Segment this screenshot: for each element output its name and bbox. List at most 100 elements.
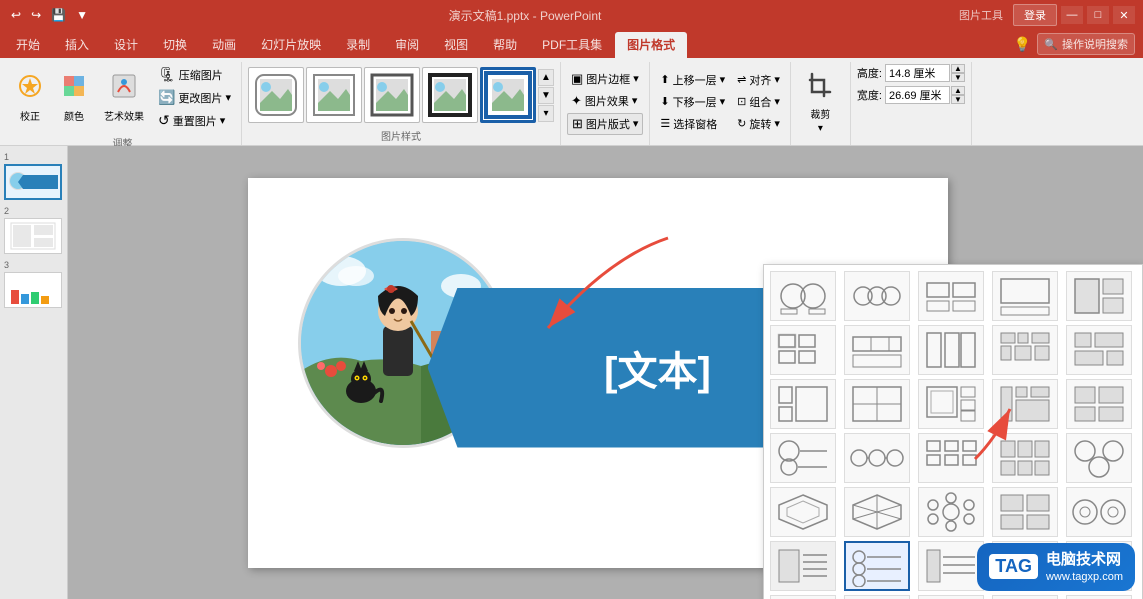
layout-item-3-4[interactable] [992, 379, 1058, 429]
up-layer-dropdown: ▾ [720, 73, 726, 86]
group-button[interactable]: ⊡ 组合 ▾ [733, 92, 784, 112]
up-layer-button[interactable]: ⬆ 上移一层 ▾ [656, 70, 729, 90]
width-row: 宽度: ▲ ▼ [857, 86, 965, 104]
color-button[interactable]: 颜色 [54, 69, 94, 126]
layout-item-6-1[interactable] [770, 541, 836, 591]
style-thumb-1[interactable] [248, 67, 304, 123]
calibrate-button[interactable]: 校正 [10, 69, 50, 126]
layout-item-7-4[interactable] [992, 595, 1058, 599]
close-btn[interactable]: ✕ [1113, 6, 1135, 24]
tab-record[interactable]: 录制 [334, 32, 382, 58]
layout-item-5-2[interactable] [844, 487, 910, 537]
layout-item-1-2[interactable] [844, 271, 910, 321]
art-effect-button[interactable]: 艺术效果 [98, 69, 150, 126]
help-search[interactable]: 🔍 操作说明搜索 [1037, 33, 1135, 55]
layout-item-6-2[interactable] [844, 541, 910, 591]
login-button[interactable]: 登录 [1013, 4, 1057, 26]
tab-help[interactable]: 帮助 [481, 32, 529, 58]
tab-slideshow[interactable]: 幻灯片放映 [249, 32, 333, 58]
slide-num-3: 3 [4, 260, 63, 270]
reset-picture-button[interactable]: ↺ 重置图片 ▾ [154, 110, 235, 131]
slide-num-2: 2 [4, 206, 63, 216]
layout-item-1-1[interactable] [770, 271, 836, 321]
crop-label: 裁剪 [810, 106, 830, 121]
style-thumb-5[interactable] [480, 67, 536, 123]
layout-item-2-5[interactable] [1066, 325, 1132, 375]
layout-item-4-1[interactable] [770, 433, 836, 483]
layout-item-2-3[interactable] [918, 325, 984, 375]
slide-2[interactable] [4, 218, 62, 254]
slide-thumb-3[interactable]: 3 [4, 260, 63, 308]
redo-btn[interactable]: ↪ [28, 7, 44, 23]
tab-animation[interactable]: 动画 [200, 32, 248, 58]
align-button[interactable]: ⇌ 对齐 ▾ [733, 70, 784, 90]
reset-icon: ↺ [158, 112, 170, 129]
style-thumb-3[interactable] [364, 67, 420, 123]
slide-panel[interactable]: 1 2 3 [0, 146, 68, 599]
compress-button[interactable]: 🗜 压缩图片 [154, 64, 235, 85]
layout-item-7-3[interactable] [918, 595, 984, 599]
layout-item-2-4[interactable] [992, 325, 1058, 375]
layout-item-7-2[interactable] [844, 595, 910, 599]
style-thumb-2[interactable] [306, 67, 362, 123]
tab-insert[interactable]: 插入 [53, 32, 101, 58]
tab-picture-format[interactable]: 图片格式 [615, 32, 687, 58]
layout-item-3-3[interactable] [918, 379, 984, 429]
style-scroll-more[interactable]: ▾ [538, 105, 554, 122]
layout-item-1-3[interactable] [918, 271, 984, 321]
layout-item-1-5[interactable] [1066, 271, 1132, 321]
layout-item-4-2[interactable] [844, 433, 910, 483]
layout-item-6-3[interactable] [918, 541, 984, 591]
minimize-btn[interactable]: — [1061, 6, 1083, 24]
compress-label: 压缩图片 [179, 67, 223, 83]
width-spin-up[interactable]: ▲ [951, 86, 965, 95]
width-spin-down[interactable]: ▼ [951, 95, 965, 104]
slide-1[interactable] [4, 164, 62, 200]
save-btn[interactable]: 💾 [48, 7, 69, 23]
slide-3[interactable] [4, 272, 62, 308]
menu-btn[interactable]: ▼ [73, 7, 91, 23]
tab-view[interactable]: 视图 [432, 32, 480, 58]
tab-pdf[interactable]: PDF工具集 [530, 32, 614, 58]
layout-item-5-3[interactable] [918, 487, 984, 537]
select-pane-button[interactable]: ☰ 选择窗格 [656, 114, 729, 134]
pic-effect-button[interactable]: ✦ 图片效果 ▾ [567, 91, 643, 111]
pic-border-button[interactable]: ▣ 图片边框 ▾ [567, 69, 643, 89]
layout-item-7-1[interactable] [770, 595, 836, 599]
layout-item-3-5[interactable] [1066, 379, 1132, 429]
height-spin-up[interactable]: ▲ [951, 64, 965, 73]
layout-item-4-3[interactable] [918, 433, 984, 483]
title-bar-right: 图片工具 登录 — □ ✕ [959, 4, 1135, 26]
slide-thumb-1[interactable]: 1 [4, 152, 63, 200]
layout-item-3-2[interactable] [844, 379, 910, 429]
tab-transition[interactable]: 切换 [151, 32, 199, 58]
layout-item-2-1[interactable] [770, 325, 836, 375]
layout-item-3-1[interactable] [770, 379, 836, 429]
tab-design[interactable]: 设计 [102, 32, 150, 58]
crop-button[interactable]: 裁剪 ▾ [800, 67, 840, 137]
layout-item-5-1[interactable] [770, 487, 836, 537]
layout-item-5-5[interactable] [1066, 487, 1132, 537]
style-scroll-down[interactable]: ▼ [538, 87, 554, 104]
style-thumb-4[interactable] [422, 67, 478, 123]
layout-item-4-5[interactable] [1066, 433, 1132, 483]
slide-thumb-2[interactable]: 2 [4, 206, 63, 254]
tab-review[interactable]: 审阅 [383, 32, 431, 58]
pic-format-button[interactable]: ⊞ 图片版式 ▾ [567, 113, 643, 135]
style-scroll-up[interactable]: ▲ [538, 69, 554, 86]
width-input[interactable] [885, 86, 950, 104]
layout-item-5-4[interactable] [992, 487, 1058, 537]
change-picture-button[interactable]: 🔄 更改图片 ▾ [154, 87, 235, 108]
maximize-btn[interactable]: □ [1087, 6, 1109, 24]
height-spin-down[interactable]: ▼ [951, 73, 965, 82]
layout-item-7-5[interactable] [1066, 595, 1132, 599]
layout-item-2-2[interactable] [844, 325, 910, 375]
rotate-button[interactable]: ↻ 旋转 ▾ [733, 114, 784, 134]
layout-item-1-4[interactable] [992, 271, 1058, 321]
height-input[interactable] [885, 64, 950, 82]
layout-item-4-4[interactable] [992, 433, 1058, 483]
down-layer-button[interactable]: ⬇ 下移一层 ▾ [656, 92, 729, 112]
undo-btn[interactable]: ↩ [8, 7, 24, 23]
pic-border-label: 图片边框 [586, 71, 630, 87]
tab-home[interactable]: 开始 [4, 32, 52, 58]
